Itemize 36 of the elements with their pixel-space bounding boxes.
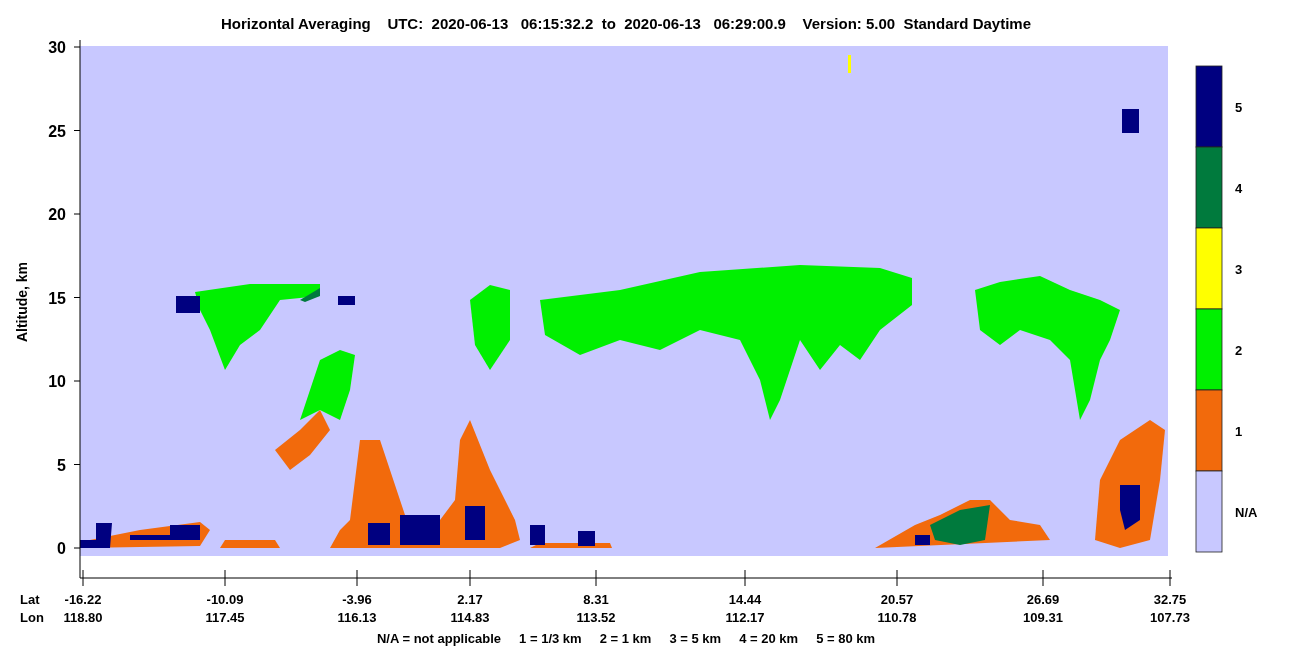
lat-tick-label: 20.57 [880, 592, 914, 607]
lat-tick-label: 8.31 [583, 592, 609, 607]
lat-tick-label: -16.22 [64, 592, 102, 607]
lat-tick-label: 32.75 [1153, 592, 1187, 607]
y-tick-label: 5 [57, 456, 66, 474]
lon-tick-label: 114.83 [450, 610, 490, 625]
lon-tick-label: 117.45 [205, 610, 245, 625]
lon-tick-label: 112.17 [725, 610, 765, 625]
legend-note: N/A = not applicable 1 = 1/3 km 2 = 1 km 3 = 5 km 4 = 20 km 5 = 80 km [376, 631, 876, 646]
y-axis-label: Altitude, km [14, 261, 30, 343]
y-tick-label: 15 [48, 289, 66, 307]
lon-tick-label: 110.78 [877, 610, 917, 625]
y-tick-label: 10 [48, 373, 66, 390]
colorbar-label: 5 [1235, 99, 1243, 115]
lat-tick-label: 2.17 [457, 592, 483, 607]
colorbar-label: 3 [1235, 261, 1243, 277]
colorbar-label: 2 [1235, 342, 1243, 358]
lat-tick-label: 14.44 [728, 592, 762, 607]
lat-tick-label: 26.69 [1026, 592, 1060, 607]
lat-label: Lat [20, 592, 40, 607]
y-tick-label: 0 [57, 540, 66, 557]
lon-tick-label: 107.73 [1150, 610, 1190, 625]
lon-tick-label: 118.80 [63, 610, 103, 625]
lon-tick-label: 116.13 [337, 610, 377, 625]
lat-tick-label: -3.96 [342, 592, 372, 607]
lon-tick-label: 113.52 [576, 610, 616, 625]
colorbar-label: 1 [1235, 423, 1243, 439]
lon-label: Lon [20, 610, 44, 625]
lat-tick-label: -10.09 [206, 592, 244, 607]
y-tick-label: 30 [48, 39, 66, 56]
chart-title: Horizontal Averaging UTC: 2020-06-13 06:15:32.2 to 2020-06-13 06:29:00.9 Version: 5.00 Standard Daytime [220, 15, 1032, 32]
lon-tick-label: 109.31 [1023, 610, 1063, 625]
y-tick-label: 20 [48, 206, 66, 223]
colorbar-label: N/A [1235, 504, 1258, 520]
colorbar-label: 4 [1235, 180, 1243, 196]
y-tick-label: 25 [48, 122, 66, 140]
